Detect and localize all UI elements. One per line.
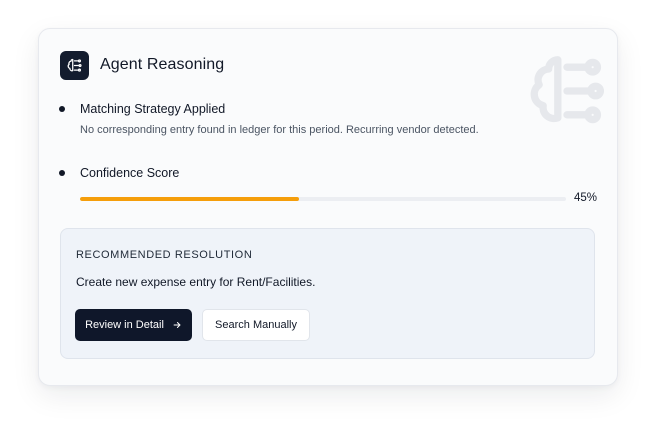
resolution-text: Create new expense entry for Rent/Facili… — [76, 275, 316, 289]
agent-icon-badge — [60, 51, 89, 80]
review-in-detail-label: Review in Detail — [85, 319, 164, 331]
confidence-progress-bar — [80, 197, 566, 201]
matching-strategy-title: Matching Strategy Applied — [80, 102, 226, 116]
search-manually-label: Search Manually — [215, 319, 297, 331]
brain-watermark-icon — [530, 56, 605, 124]
search-manually-button[interactable]: Search Manually — [202, 309, 310, 341]
confidence-score-title: Confidence Score — [80, 166, 180, 180]
panel-title: Agent Reasoning — [100, 56, 225, 73]
bullet-dot — [59, 170, 65, 176]
review-in-detail-button[interactable]: Review in Detail — [75, 309, 192, 341]
brain-icon — [67, 58, 82, 72]
agent-reasoning-card: Agent Reasoning Matching Strategy Applie… — [38, 28, 618, 386]
arrow-right-icon — [172, 320, 182, 330]
confidence-progress-fill — [80, 197, 299, 201]
recommended-resolution-panel: RECOMMENDED RESOLUTION Create new expens… — [60, 228, 595, 359]
resolution-heading: RECOMMENDED RESOLUTION — [76, 249, 253, 261]
bullet-dot — [59, 106, 65, 112]
confidence-score-value: 45% — [573, 192, 597, 204]
matching-strategy-description: No corresponding entry found in ledger f… — [80, 124, 479, 136]
